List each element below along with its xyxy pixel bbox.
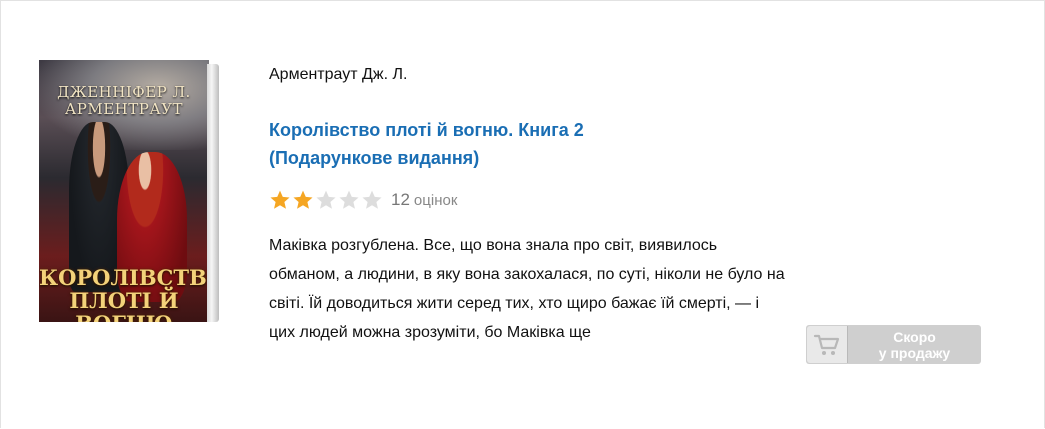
rating: 12 оцінок [269, 187, 457, 213]
rating-count[interactable]: 12 оцінок [391, 190, 457, 210]
star-empty-icon[interactable] [338, 189, 360, 211]
book-author[interactable]: Арментраут Дж. Л. [269, 66, 407, 84]
coming-soon-label: Скоро у продажу [848, 329, 981, 361]
book-description: Маківка розгублена. Все, що вона знала п… [269, 237, 785, 341]
cover-spine [207, 64, 219, 322]
coming-soon-button[interactable]: Скоро у продажу [806, 325, 981, 364]
coming-soon-line1: Скоро [893, 328, 936, 345]
star-empty-icon[interactable] [315, 189, 337, 211]
coming-soon-line2: у продажу [878, 344, 951, 361]
book-title-line2: (Подарункове видання) [269, 148, 480, 168]
book-title-link[interactable]: Королівство плоті й вогню. Книга 2 (Пода… [269, 116, 689, 172]
cart-icon-box [807, 326, 848, 363]
book-title-line1: Королівство плоті й вогню. Книга 2 [269, 120, 584, 140]
rating-count-number: 12 [391, 190, 410, 209]
cover-front: ДЖЕННІФЕР Л. АРМЕНТРАУТ КОРОЛІВСТВО ПЛОТ… [39, 60, 209, 322]
star-filled-icon[interactable] [292, 189, 314, 211]
cart-icon [813, 334, 840, 355]
book-cover-image[interactable]: ДЖЕННІФЕР Л. АРМЕНТРАУТ КОРОЛІВСТВО ПЛОТ… [39, 60, 219, 322]
star-empty-icon[interactable] [361, 189, 383, 211]
star-filled-icon[interactable] [269, 189, 291, 211]
rating-stars[interactable] [269, 189, 383, 211]
cover-author-text: ДЖЕННІФЕР Л. АРМЕНТРАУТ [57, 83, 191, 118]
cover-title-text: КОРОЛІВСТВО ПЛОТІ Й ВОГНЮ [39, 265, 209, 322]
rating-count-label: оцінок [413, 192, 458, 209]
